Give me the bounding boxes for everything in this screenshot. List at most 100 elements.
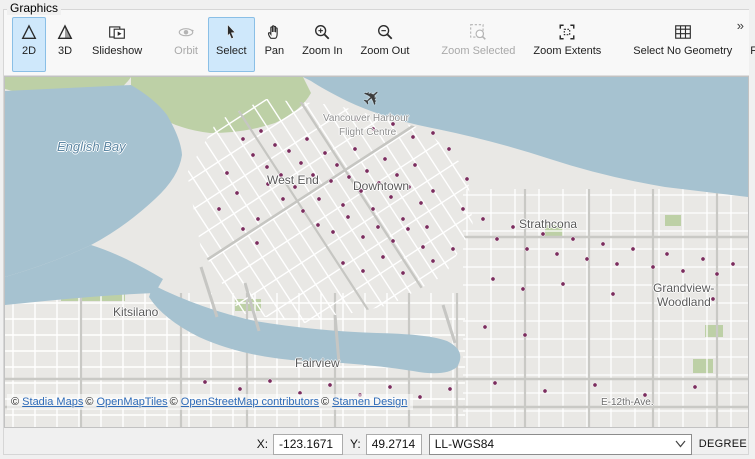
toolbar-button-label: Orbit	[174, 45, 198, 57]
graphic-point	[406, 184, 412, 190]
cursor-icon	[222, 23, 240, 41]
attribution-link-3[interactable]: Stamen Design	[332, 396, 407, 408]
graphic-point	[298, 160, 304, 166]
graphic-point	[360, 268, 366, 274]
graphic-point	[250, 152, 256, 158]
zoom-selected-icon	[469, 23, 487, 41]
graphic-point	[358, 188, 364, 194]
graphic-point	[524, 246, 530, 252]
graphic-point	[390, 238, 396, 244]
graphic-point	[304, 136, 310, 142]
slideshow-icon	[108, 23, 126, 41]
copyright-symbol: ©	[11, 396, 23, 408]
panel-title: Graphics	[7, 1, 62, 15]
attribution-link-0[interactable]: Stadia Maps	[22, 396, 83, 408]
graphic-point	[272, 142, 278, 148]
graphic-point	[660, 286, 666, 292]
graphic-point	[370, 126, 376, 132]
graphic-point	[265, 181, 271, 187]
toolbar-button-label: Pan	[264, 45, 285, 57]
graphic-point	[430, 130, 436, 136]
graphic-point	[430, 258, 436, 264]
graphic-point	[382, 156, 388, 162]
toolbar-button-pan[interactable]: Pan	[257, 17, 293, 72]
toolbar-button-zoom-extents[interactable]: Zoom Extents	[525, 17, 609, 72]
table-icon	[674, 23, 692, 41]
graphic-point	[255, 216, 261, 222]
graphic-point	[522, 332, 528, 338]
y-coordinate-value[interactable]: 49.2714	[365, 433, 422, 455]
toolbar-button-label: Zoom In	[302, 45, 343, 57]
graphic-point	[400, 216, 406, 222]
graphic-point	[710, 296, 716, 302]
toolbar-button-label: Select	[215, 45, 247, 57]
graphic-point	[237, 386, 243, 392]
graphic-point	[394, 172, 400, 178]
graphic-point	[554, 251, 560, 257]
toolbar-button-select[interactable]: Select	[207, 17, 255, 72]
graphic-point	[510, 224, 516, 230]
zoom-in-icon	[313, 23, 331, 41]
graphic-point	[418, 200, 424, 206]
map-viewport[interactable]: ✈ English Bay West End Downtown Vancouver H…	[4, 76, 749, 428]
graphic-point	[642, 392, 648, 398]
map-attribution: © Stadia Maps © OpenMapTiles © OpenStreetM…	[7, 394, 414, 410]
graphic-point	[482, 324, 488, 330]
graphic-point	[327, 382, 333, 388]
graphic-point	[330, 229, 336, 235]
graphic-point	[560, 281, 566, 287]
graphic-point	[650, 264, 656, 270]
graphic-point	[480, 216, 486, 222]
toolbar-button-filter[interactable]: Filter	[742, 17, 755, 72]
toolbar-button-3d[interactable]: 3D	[48, 17, 82, 72]
graphic-point	[267, 378, 273, 384]
graphic-point	[417, 394, 423, 400]
graphic-point	[352, 146, 358, 152]
x-coordinate-value[interactable]: -123.1671	[273, 433, 344, 455]
triangle-3d-icon	[56, 23, 74, 41]
toolbar: 2D 3D Slideshow Orbit Select Pan Zoom In Zoom O…	[4, 10, 755, 76]
toolbar-button-label: 3D	[57, 45, 73, 57]
toolbar-button-zoom-out[interactable]: Zoom Out	[353, 17, 418, 72]
graphic-point	[264, 164, 270, 170]
toolbar-button-zoom-selected: Zoom Selected	[433, 17, 523, 72]
status-bar: X: -123.1671 Y: 49.2714 LL-WGS84 DEGREE	[0, 429, 755, 459]
graphic-point	[388, 194, 394, 200]
y-coordinate-label: Y:	[350, 437, 361, 451]
graphic-point	[345, 214, 351, 220]
graphic-point	[216, 206, 222, 212]
toolbar-button-zoom-in[interactable]: Zoom In	[294, 17, 350, 72]
toolbar-button-select-no-geometry[interactable]: Select No Geometry	[625, 17, 740, 72]
graphic-point	[664, 251, 670, 257]
hand-icon	[265, 23, 283, 41]
copyright-symbol: ©	[85, 396, 97, 408]
toolbar-button-label: Zoom Selected	[441, 45, 516, 57]
graphic-point	[540, 231, 546, 237]
graphic-point	[364, 168, 370, 174]
graphic-point	[387, 384, 393, 390]
graphic-point	[630, 246, 636, 252]
graphic-point	[360, 234, 366, 240]
graphic-point	[316, 196, 322, 202]
graphic-point	[380, 254, 386, 260]
toolbar-button-label: Select No Geometry	[633, 45, 733, 57]
toolbar-button-2d[interactable]: 2D	[12, 17, 46, 72]
map-canvas	[5, 77, 748, 427]
attribution-link-1[interactable]: OpenMapTiles	[97, 396, 168, 408]
graphic-point	[490, 276, 496, 282]
triangle-2d-icon	[20, 23, 38, 41]
toolbar-overflow-chevron[interactable]: »	[737, 19, 744, 32]
graphic-point	[300, 208, 306, 214]
graphic-point	[405, 226, 411, 232]
toolbar-button-slideshow[interactable]: Slideshow	[84, 17, 150, 72]
attribution-link-2[interactable]: OpenStreetMap contributors	[181, 396, 319, 408]
graphic-point	[234, 190, 240, 196]
graphic-point	[446, 146, 452, 152]
graphic-point	[240, 226, 246, 232]
graphic-point	[254, 240, 260, 246]
graphic-point	[202, 379, 208, 385]
crs-selected-value: LL-WGS84	[434, 437, 495, 451]
graphic-point	[240, 136, 246, 142]
graphic-point	[700, 256, 706, 262]
crs-combobox[interactable]: LL-WGS84	[428, 433, 692, 455]
